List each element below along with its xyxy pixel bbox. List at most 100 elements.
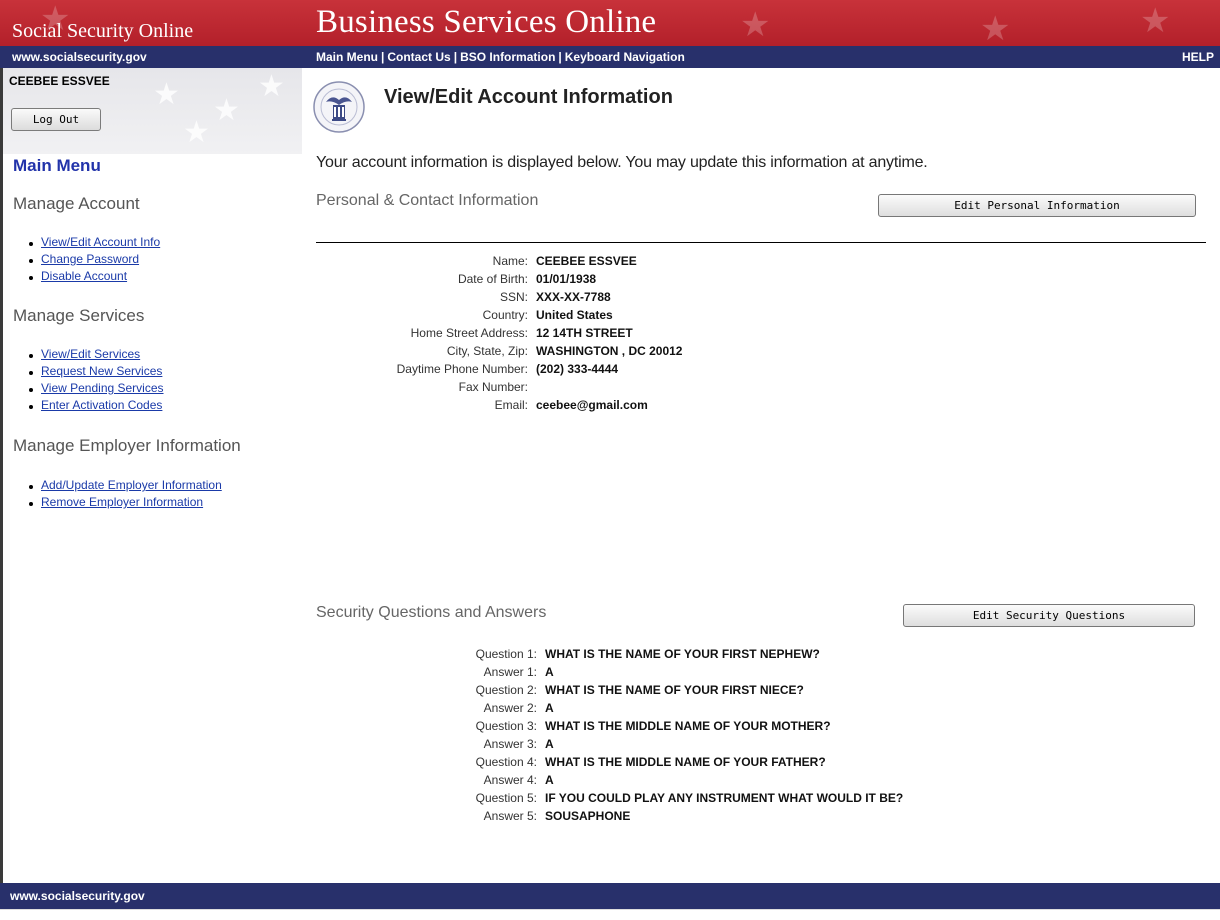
field-value: 01/01/1938	[536, 272, 597, 286]
section-divider	[316, 242, 1206, 243]
table-row: Daytime Phone Number: (202) 333-4444	[318, 360, 682, 378]
personal-contact-heading: Personal & Contact Information	[316, 192, 539, 209]
field-label: Question 1:	[475, 647, 537, 661]
table-row: Email: ceebee@gmail.com	[318, 396, 682, 414]
field-value: ceebee@gmail.com	[536, 398, 648, 412]
site-title: Social Security Online	[12, 20, 194, 42]
field-label: Email:	[494, 398, 528, 412]
star-decoration-icon: ★	[213, 93, 240, 128]
field-value: XXX-XX-7788	[536, 290, 611, 304]
manage-services-heading: Manage Services	[13, 306, 145, 325]
intro-text: Your account information is displayed be…	[316, 154, 928, 171]
field-label: SSN:	[499, 290, 528, 304]
nav-keyboard-navigation[interactable]: Keyboard Navigation	[565, 50, 685, 64]
table-row: Country: United States	[318, 306, 682, 324]
change-password-link[interactable]: Change Password	[41, 252, 139, 266]
view-pending-services-link[interactable]: View Pending Services	[41, 381, 164, 395]
app-title: Business Services Online	[316, 4, 657, 40]
request-new-services-link[interactable]: Request New Services	[41, 364, 162, 378]
star-decoration-icon: ★	[153, 77, 180, 112]
table-row: Question 3: WHAT IS THE MIDDLE NAME OF YO…	[318, 717, 903, 735]
bottom-strip	[0, 909, 1220, 920]
remove-employer-link[interactable]: Remove Employer Information	[41, 495, 203, 509]
nav-separator: |	[381, 50, 385, 64]
table-row: Answer 3: A	[318, 735, 903, 753]
table-row: Name: CEEBEE ESSVEE	[318, 252, 682, 270]
table-row: Answer 4: A	[318, 771, 903, 789]
star-decoration-icon: ★	[980, 9, 1011, 46]
field-value: WHAT IS THE NAME OF YOUR FIRST NIECE?	[545, 683, 804, 697]
list-item: Add/Update Employer Information	[27, 477, 222, 494]
list-item: View/Edit Services	[27, 346, 164, 363]
table-row: Question 4: WHAT IS THE MIDDLE NAME OF YO…	[318, 753, 903, 771]
add-update-employer-link[interactable]: Add/Update Employer Information	[41, 478, 222, 492]
table-row: Question 2: WHAT IS THE NAME OF YOUR FIRS…	[318, 681, 903, 699]
field-value: WHAT IS THE MIDDLE NAME OF YOUR MOTHER?	[545, 719, 831, 733]
page-title: View/Edit Account Information	[384, 86, 673, 108]
field-value: WHAT IS THE MIDDLE NAME OF YOUR FATHER?	[545, 755, 826, 769]
table-row: Answer 2: A	[318, 699, 903, 717]
field-value: United States	[536, 308, 613, 322]
field-value: (202) 333-4444	[536, 362, 619, 376]
list-item: Disable Account	[27, 268, 160, 285]
list-item: View/Edit Account Info	[27, 234, 160, 251]
star-decoration-icon: ★	[740, 5, 771, 45]
field-label: Daytime Phone Number:	[396, 362, 528, 376]
nav-separator: |	[558, 50, 562, 64]
list-item: Enter Activation Codes	[27, 397, 164, 414]
log-out-button[interactable]: Log Out	[11, 108, 101, 131]
field-value: 12 14TH STREET	[536, 326, 633, 340]
field-value: A	[545, 701, 554, 715]
field-label: Answer 1:	[483, 665, 537, 679]
manage-services-list: View/Edit Services Request New Services …	[27, 346, 164, 414]
field-label: Answer 4:	[483, 773, 537, 787]
field-label: Home Street Address:	[410, 326, 528, 340]
field-value: WASHINGTON , DC 20012	[536, 344, 683, 358]
nav-contact-us[interactable]: Contact Us	[387, 50, 450, 64]
field-label: Answer 5:	[483, 809, 537, 823]
site-url[interactable]: www.socialsecurity.gov	[12, 50, 147, 64]
manage-employer-heading: Manage Employer Information	[13, 436, 241, 455]
user-name: CEEBEE ESSVEE	[9, 74, 110, 88]
list-item: Change Password	[27, 251, 160, 268]
header-banner: ★ ★ ★ ★ Social Security Online Business …	[0, 0, 1220, 46]
view-edit-services-link[interactable]: View/Edit Services	[41, 347, 140, 361]
site-footer: www.socialsecurity.gov	[0, 883, 1220, 909]
footer-url[interactable]: www.socialsecurity.gov	[10, 889, 145, 903]
list-item: Remove Employer Information	[27, 494, 222, 511]
star-decoration-icon: ★	[1140, 1, 1171, 41]
field-value: A	[545, 773, 554, 787]
field-value: CEEBEE ESSVEE	[536, 254, 637, 268]
list-item: View Pending Services	[27, 380, 164, 397]
help-link[interactable]: HELP	[1182, 50, 1214, 64]
table-row: Question 1: WHAT IS THE NAME OF YOUR FIRS…	[318, 645, 903, 663]
nav-bso-information[interactable]: BSO Information	[460, 50, 555, 64]
field-label: Answer 3:	[483, 737, 537, 751]
ssa-seal-icon	[313, 81, 365, 133]
field-value: WHAT IS THE NAME OF YOUR FIRST NEPHEW?	[545, 647, 820, 661]
main-menu-heading[interactable]: Main Menu	[13, 156, 101, 176]
list-item: Request New Services	[27, 363, 164, 380]
field-value: A	[545, 665, 554, 679]
edit-security-questions-button[interactable]: Edit Security Questions	[903, 604, 1195, 627]
field-label: City, State, Zip:	[446, 344, 528, 358]
field-value: A	[545, 737, 554, 751]
field-value	[536, 378, 682, 396]
table-row: Date of Birth: 01/01/1938	[318, 270, 682, 288]
nav-separator: |	[453, 50, 458, 64]
disable-account-link[interactable]: Disable Account	[41, 269, 127, 283]
view-edit-account-info-link[interactable]: View/Edit Account Info	[41, 235, 160, 249]
field-label: Fax Number:	[458, 380, 528, 394]
nav-main-menu[interactable]: Main Menu	[316, 50, 378, 64]
table-row: SSN: XXX-XX-7788	[318, 288, 682, 306]
edit-personal-information-button[interactable]: Edit Personal Information	[878, 194, 1196, 217]
table-row: Home Street Address: 12 14TH STREET	[318, 324, 682, 342]
top-nav: Main Menu | Contact Us | BSO Information | Key…	[316, 50, 685, 64]
field-label: Question 5:	[475, 791, 537, 805]
sidebar: ★ ★ ★ ★ CEEBEE ESSVEE Log Out Main Menu …	[0, 68, 302, 883]
field-label: Country:	[482, 308, 528, 322]
enter-activation-codes-link[interactable]: Enter Activation Codes	[41, 398, 162, 412]
field-label: Answer 2:	[483, 701, 537, 715]
security-qa-table: Question 1: WHAT IS THE NAME OF YOUR FIRS…	[318, 645, 904, 825]
manage-employer-list: Add/Update Employer Information Remove E…	[27, 477, 222, 511]
